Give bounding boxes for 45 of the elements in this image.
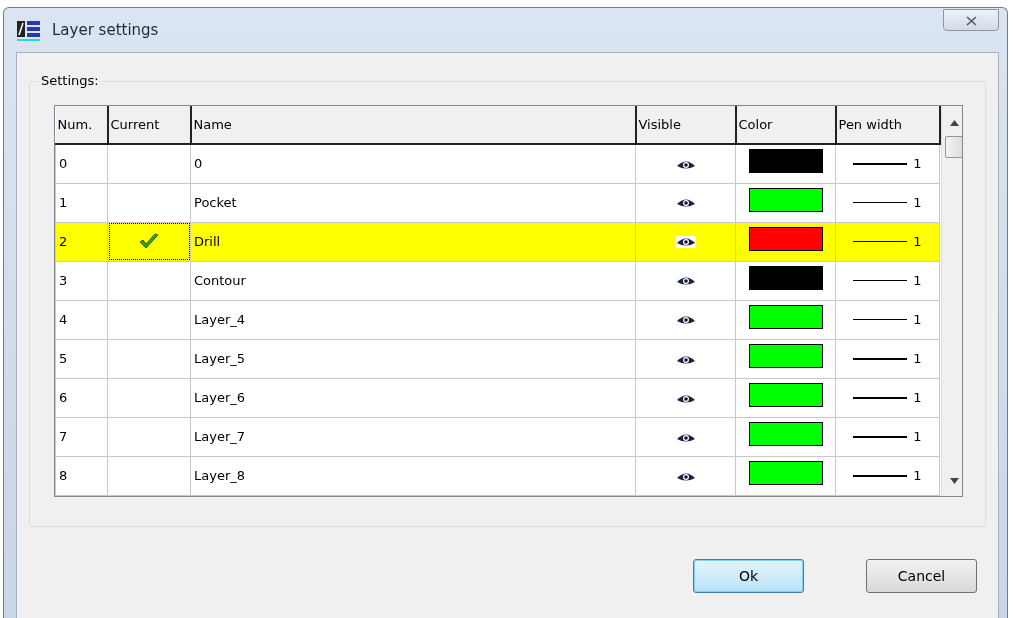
window-title: Layer settings [52,19,159,41]
pen-width-value: 1 [913,310,922,329]
table-cell: 8 [55,456,108,496]
table-cell: 3 [55,261,108,301]
table-row[interactable]: 1 Pocket 1 [55,183,940,223]
pen-width-value: 1 [913,193,922,212]
table-cell: 7 [55,417,108,457]
table-cell: Pocket [190,183,636,223]
table-row[interactable]: 2 Drill 1 [55,222,940,262]
table-cell: Layer_5 [190,339,636,379]
table-cell: 0 [190,144,636,184]
table-cell: Layer_8 [190,456,636,496]
pen-width-value: 1 [913,350,922,368]
table-cell: 4 [55,300,108,340]
table-cell: 5 [55,339,108,379]
table-row[interactable]: 5 Layer_5 1 [55,339,940,379]
table-cell: Contour [190,261,636,301]
table-cell: 2 [55,222,108,262]
column-header[interactable]: Current [107,106,191,144]
pen-width-value: 1 [913,155,922,173]
table-cell: Layer_7 [190,417,636,457]
table-row[interactable]: 7 Layer_7 1 [55,417,940,457]
table-row[interactable]: 8 Layer_8 1 [55,456,940,496]
table-cell: 0 [55,144,108,184]
table-row[interactable]: 0 0 1 [55,144,940,184]
column-header[interactable]: Pen width [835,106,940,144]
cancel-button[interactable]: Cancel [866,559,977,593]
column-header[interactable]: Num. [55,106,108,144]
ok-button[interactable]: Ok [693,559,804,593]
pen-width-value: 1 [913,271,922,290]
pen-width-value: 1 [913,389,922,408]
column-header[interactable]: Visible [635,106,736,144]
pen-width-value: 1 [913,232,922,251]
pen-width-value: 1 [913,467,922,486]
table-row[interactable]: 6 Layer_6 1 [55,378,940,418]
table-cell: Layer_6 [190,378,636,418]
table-cell: Layer_4 [190,300,636,340]
table-row[interactable]: 4 Layer_4 1 [55,300,940,340]
table-cell: Drill [190,222,636,262]
column-header[interactable]: Color [735,106,836,144]
table-cell: 1 [55,183,108,223]
table-row[interactable]: 3 Contour 1 [55,261,940,301]
table-cell: 6 [55,378,108,418]
column-header[interactable]: Name [190,106,636,144]
pen-width-value: 1 [913,428,922,447]
